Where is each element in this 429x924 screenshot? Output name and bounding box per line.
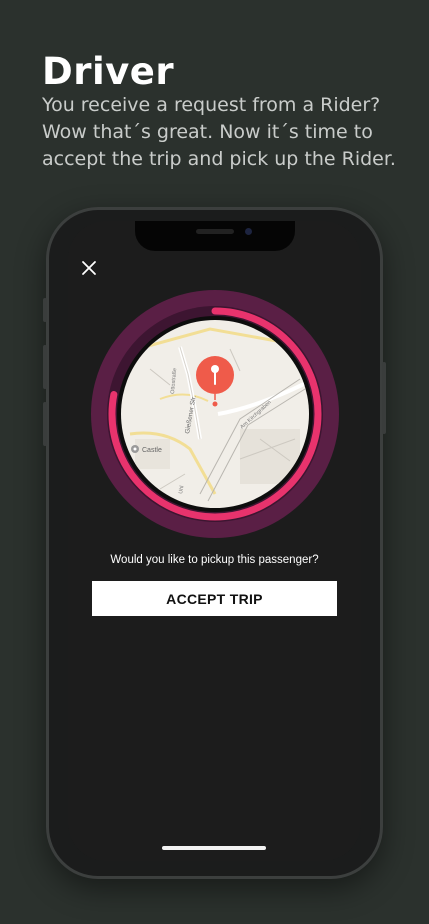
phone-screen: Gießener Str. Ottostraße Am Kirchgraben … xyxy=(68,221,361,861)
home-indicator[interactable] xyxy=(162,846,266,850)
power-button xyxy=(382,362,386,434)
pickup-prompt: Would you like to pickup this passenger? xyxy=(110,554,319,566)
volume-up-button xyxy=(43,345,47,389)
camera xyxy=(245,228,252,235)
request-countdown: Gießener Str. Ottostraße Am Kirchgraben … xyxy=(90,289,340,539)
speaker xyxy=(196,229,234,234)
headline: Driver xyxy=(42,50,175,93)
map-label-poi: Castle xyxy=(142,447,162,454)
notch xyxy=(135,221,295,251)
close-button[interactable] xyxy=(78,257,100,279)
accept-trip-button[interactable]: ACCEPT TRIP xyxy=(92,581,337,616)
volume-down-button xyxy=(43,402,47,446)
description-text: You receive a request from a Rider? Wow … xyxy=(42,94,396,170)
close-icon xyxy=(82,261,96,275)
silent-switch xyxy=(43,298,47,322)
countdown-ring: Gießener Str. Ottostraße Am Kirchgraben … xyxy=(91,290,339,538)
